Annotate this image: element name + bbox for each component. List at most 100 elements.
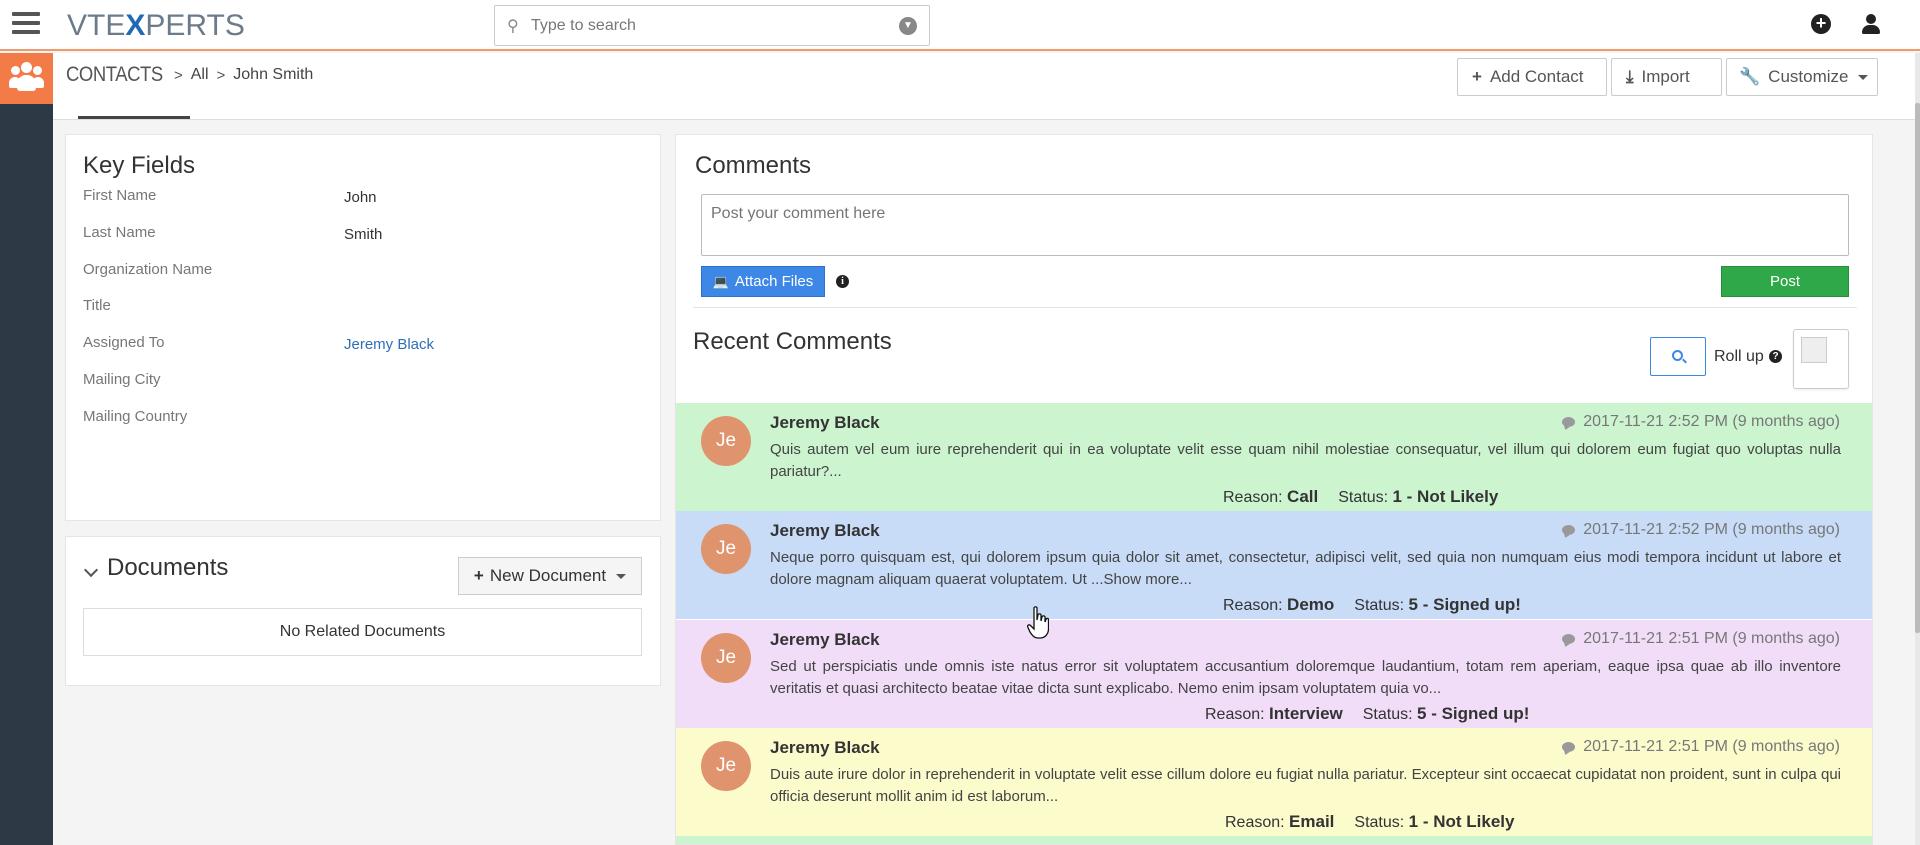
comment-bubble-icon (1562, 742, 1576, 752)
section-divider (693, 307, 1857, 308)
comment-timestamp: 2017-11-21 2:52 PM (9 months ago) (1562, 413, 1840, 431)
breadcrumb: CONTACTS > All > John Smith (66, 63, 313, 87)
field-label: Organization Name (83, 261, 213, 278)
status-label: Status: (1354, 814, 1405, 831)
add-contact-label: Add Contact (1489, 67, 1584, 86)
field-label: Title (83, 297, 111, 314)
laptop-icon: 💻 (712, 273, 729, 289)
search-input[interactable] (531, 15, 881, 37)
comment-author[interactable]: Jeremy Black (770, 413, 880, 433)
rollup-toggle[interactable] (1793, 329, 1849, 389)
status-value: 5 - Signed up! (1408, 595, 1521, 614)
comment-author[interactable]: Jeremy Black (770, 738, 880, 758)
customize-label: Customize (1768, 67, 1849, 86)
comments-panel: Comments 💻 Attach Files i Post Recent Com… (675, 134, 1873, 845)
comment-item (676, 836, 1872, 844)
comment-input[interactable] (701, 194, 1849, 256)
collapse-chevron-icon[interactable] (83, 562, 99, 578)
attach-files-button[interactable]: 💻 Attach Files (701, 266, 825, 297)
page-scrollbar[interactable] (1915, 53, 1920, 845)
header-divider (53, 119, 1915, 120)
documents-panel: Documents + New Document No Related Docum… (65, 536, 661, 686)
timestamp-text: 2017-11-21 2:51 PM (9 months ago) (1583, 630, 1840, 647)
plus-icon: + (1472, 67, 1482, 86)
user-icon[interactable] (1862, 14, 1880, 34)
comment-bubble-icon (1562, 634, 1576, 644)
reason-label: Reason: (1205, 706, 1265, 723)
chevron-right-icon: > (173, 66, 183, 84)
caret-down-icon (616, 573, 627, 579)
comment-item: Je Jeremy Black 2017-11-21 2:51 PM (9 mont… (676, 620, 1872, 728)
info-icon[interactable]: i (836, 275, 849, 288)
download-icon: ⤓ (1626, 67, 1634, 86)
contacts-module-icon[interactable] (0, 53, 53, 104)
status-label: Status: (1362, 706, 1413, 723)
comment-item: Je Jeremy Black 2017-11-21 2:52 PM (9 mont… (676, 403, 1872, 511)
comment-author[interactable]: Jeremy Black (770, 521, 880, 541)
comment-meta: Reason: Demo Status: 5 - Signed up! (1223, 595, 1521, 615)
post-button[interactable]: Post (1721, 266, 1849, 297)
comment-meta: Reason: Email Status: 1 - Not Likely (1225, 812, 1514, 832)
customize-button[interactable]: 🔧 Customize (1726, 58, 1878, 96)
reason-value: Interview (1269, 704, 1343, 723)
new-document-button[interactable]: + New Document (458, 557, 642, 595)
field-label: Assigned To (83, 334, 165, 351)
rollup-label: Roll up (1714, 348, 1764, 365)
breadcrumb-module[interactable]: CONTACTS (66, 63, 163, 87)
reason-label: Reason: (1225, 814, 1285, 831)
key-fields-panel: Key Fields First Name John Last Name Smith O… (65, 134, 661, 521)
breadcrumb-filter[interactable]: All (191, 66, 209, 84)
hand-cursor-icon (1027, 606, 1049, 639)
chevron-down-icon[interactable]: ▼ (899, 17, 917, 35)
plus-icon: + (473, 566, 484, 585)
search-comments-button[interactable] (1650, 337, 1706, 376)
avatar: Je (701, 416, 751, 466)
comment-text: Neque porro quisquam est, qui dolorem ip… (770, 549, 1841, 588)
comment-author[interactable]: Jeremy Black (770, 630, 880, 650)
menu-icon[interactable] (12, 12, 40, 36)
reason-value: Demo (1287, 595, 1335, 614)
scrollbar-thumb[interactable] (1915, 103, 1920, 633)
breadcrumb-record: John Smith (233, 66, 314, 83)
import-label: Import (1641, 67, 1690, 86)
field-label: Mailing City (83, 371, 161, 388)
left-sidebar (0, 53, 53, 845)
comment-text: Duis aute irure dolor in reprehenderit i… (770, 766, 1841, 805)
timestamp-text: 2017-11-21 2:51 PM (9 months ago) (1583, 738, 1840, 755)
comments-title: Comments (695, 152, 812, 179)
field-label: First Name (83, 187, 157, 204)
app-logo[interactable]: VTEXPERTS (67, 9, 245, 43)
caret-down-icon (1858, 74, 1869, 80)
comment-bubble-icon (1562, 525, 1576, 535)
quick-create-icon[interactable]: + (1811, 14, 1831, 34)
wrench-icon: 🔧 (1739, 67, 1761, 86)
status-label: Status: (1354, 597, 1405, 614)
avatar: Je (701, 524, 751, 574)
reason-label: Reason: (1223, 489, 1283, 506)
comment-item: Je Jeremy Black 2017-11-21 2:51 PM (9 mont… (676, 728, 1872, 836)
comment-text: Sed ut perspiciatis unde omnis iste natu… (770, 658, 1841, 697)
assigned-to-link[interactable]: Jeremy Black (344, 336, 434, 353)
timestamp-text: 2017-11-21 2:52 PM (9 months ago) (1583, 521, 1840, 538)
add-contact-button[interactable]: + Add Contact (1457, 58, 1607, 96)
reason-value: Call (1287, 487, 1319, 506)
attach-files-label: Attach Files (734, 273, 814, 290)
comment-bubble-icon (1562, 417, 1576, 427)
status-value: 5 - Signed up! (1417, 704, 1530, 723)
import-button[interactable]: ⤓ Import (1611, 58, 1722, 96)
help-icon[interactable]: ? (1769, 350, 1782, 363)
recent-comments-title: Recent Comments (693, 328, 892, 355)
record-header: CONTACTS > All > John Smith + Add Contact… (53, 53, 1915, 119)
comment-timestamp: 2017-11-21 2:51 PM (9 months ago) (1562, 738, 1840, 756)
status-value: 1 - Not Likely (1408, 812, 1515, 831)
top-bar: VTEXPERTS ⚲ ▼ + (0, 0, 1920, 51)
documents-title: Documents (107, 554, 229, 581)
comment-timestamp: 2017-11-21 2:51 PM (9 months ago) (1562, 630, 1840, 648)
global-search: ⚲ ▼ (494, 5, 930, 46)
search-icon: ⚲ (507, 18, 519, 35)
comment-text: Quis autem vel eum iure reprehenderit qu… (770, 441, 1841, 480)
rollup-checkbox[interactable] (1801, 337, 1827, 363)
comment-meta: Reason: Call Status: 1 - Not Likely (1223, 487, 1498, 507)
chevron-right-icon: > (216, 66, 226, 84)
field-value: John (344, 189, 377, 206)
